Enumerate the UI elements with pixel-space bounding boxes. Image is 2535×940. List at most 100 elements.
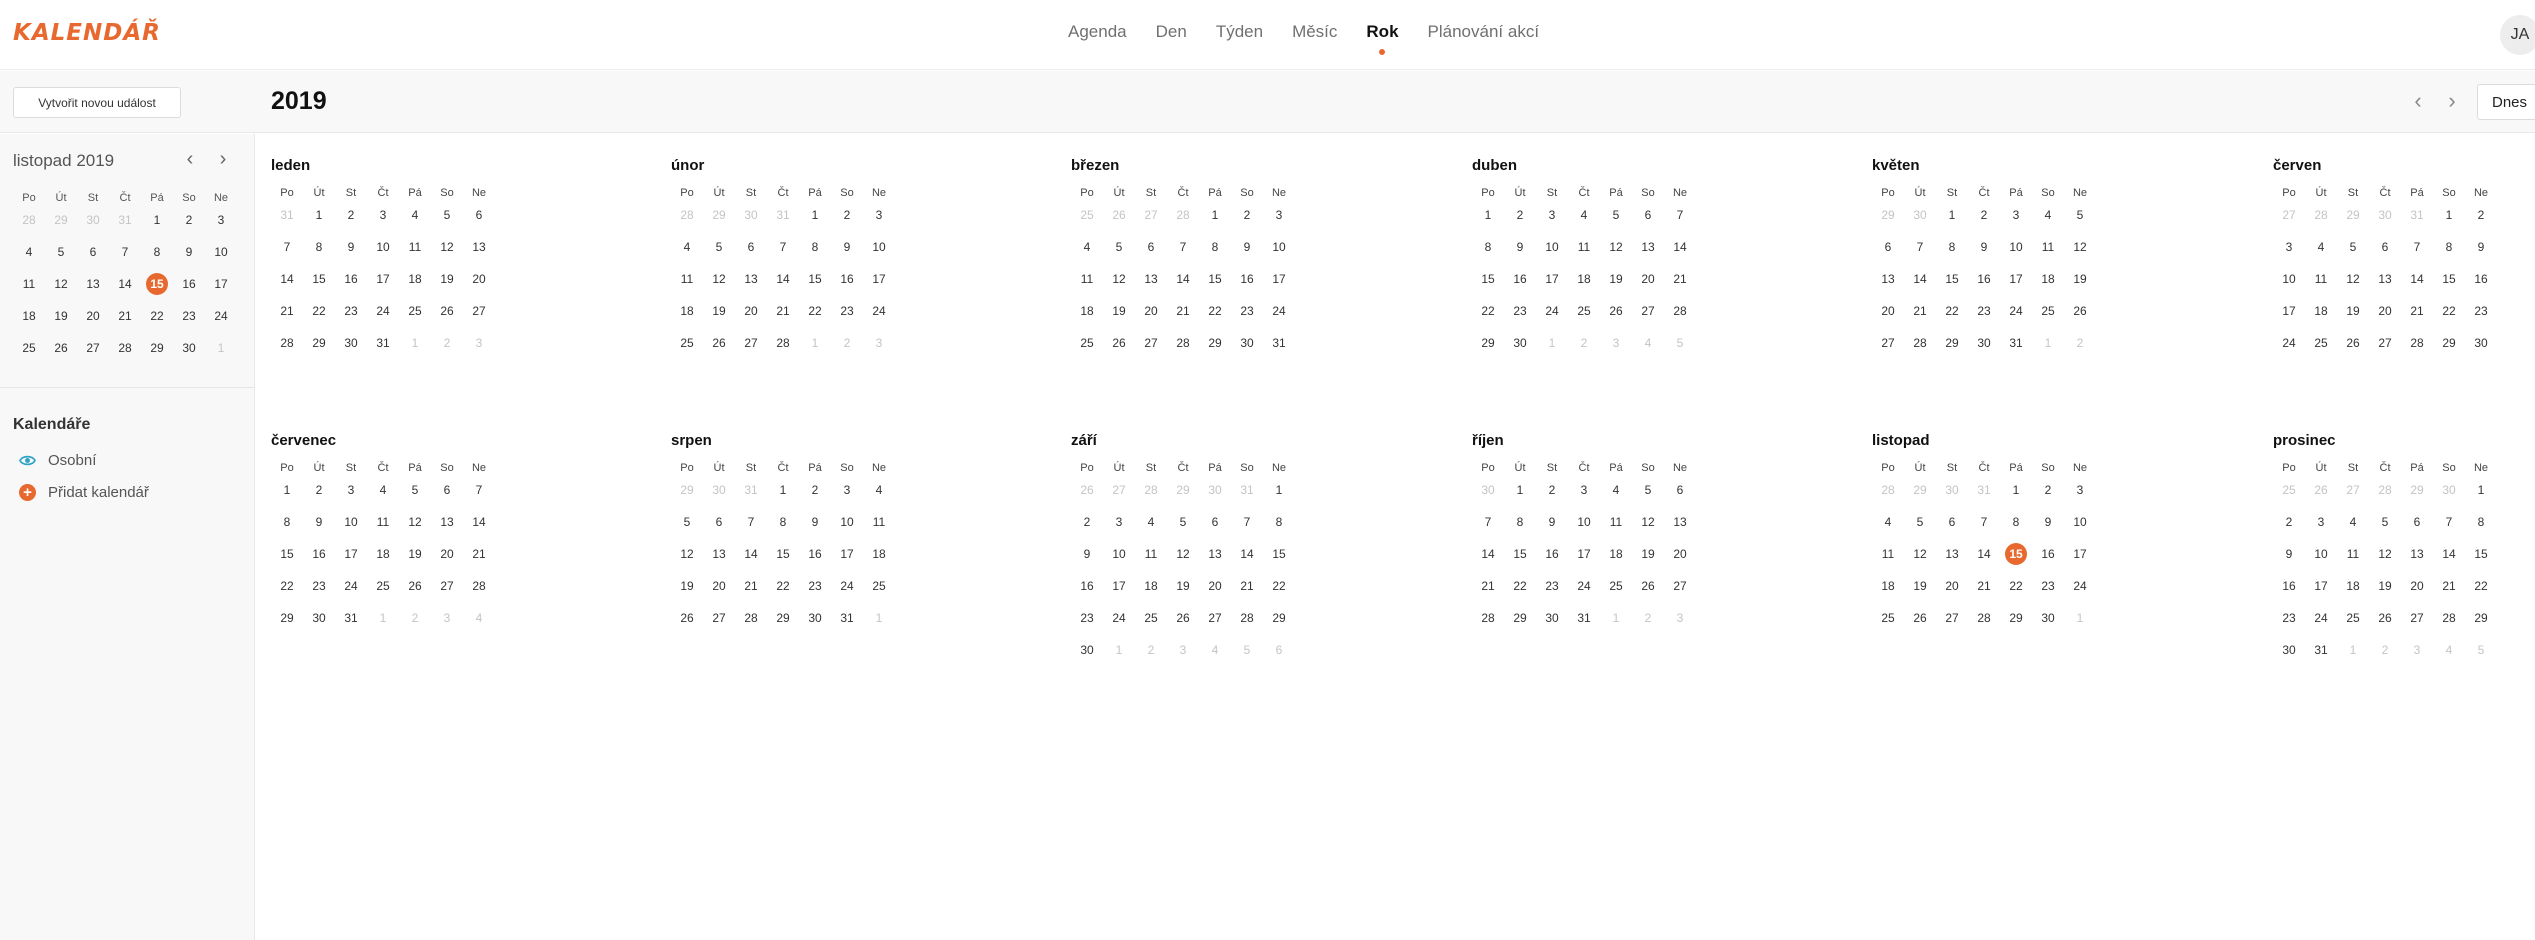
day-cell[interactable]: 12 [2064, 236, 2096, 268]
day-cell[interactable]: 1 [1600, 607, 1632, 639]
day-cell[interactable]: 29 [1504, 607, 1536, 639]
day-cell[interactable]: 6 [1135, 236, 1167, 268]
day-cell[interactable]: 28 [109, 337, 141, 369]
day-cell[interactable]: 5 [431, 204, 463, 236]
day-cell[interactable]: 14 [271, 268, 303, 300]
day-cell[interactable]: 8 [2433, 236, 2465, 268]
day-cell[interactable]: 7 [271, 236, 303, 268]
day-cell[interactable]: 15 [271, 543, 303, 575]
day-cell[interactable]: 1 [2465, 479, 2497, 511]
day-cell[interactable]: 22 [1504, 575, 1536, 607]
day-cell[interactable]: 26 [1071, 479, 1103, 511]
day-cell[interactable]: 8 [799, 236, 831, 268]
today-button[interactable]: Dnes [2477, 84, 2535, 120]
day-cell[interactable]: 5 [703, 236, 735, 268]
day-cell[interactable]: 23 [2465, 300, 2497, 332]
add-calendar-button[interactable]: + Přidat kalendář [19, 484, 149, 501]
mini-next-chevron-icon[interactable]: › [213, 148, 233, 172]
day-cell[interactable]: 14 [1472, 543, 1504, 575]
day-cell[interactable]: 7 [1167, 236, 1199, 268]
day-cell[interactable]: 23 [1231, 300, 1263, 332]
day-cell[interactable]: 10 [2273, 268, 2305, 300]
day-cell[interactable]: 20 [1872, 300, 1904, 332]
day-cell[interactable]: 26 [1167, 607, 1199, 639]
day-cell[interactable]: 9 [173, 241, 205, 273]
day-cell[interactable]: 5 [2465, 639, 2497, 671]
day-cell[interactable]: 29 [1472, 332, 1504, 364]
day-cell[interactable]: 25 [1071, 332, 1103, 364]
day-cell[interactable]: 11 [2337, 543, 2369, 575]
day-cell[interactable]: 31 [367, 332, 399, 364]
day-cell[interactable]: 4 [2305, 236, 2337, 268]
day-cell[interactable]: 1 [799, 204, 831, 236]
day-cell[interactable]: 30 [1231, 332, 1263, 364]
day-cell[interactable]: 18 [2305, 300, 2337, 332]
day-cell[interactable]: 5 [2337, 236, 2369, 268]
day-cell[interactable]: 25 [1568, 300, 1600, 332]
day-cell[interactable]: 29 [2465, 607, 2497, 639]
day-cell[interactable]: 11 [1600, 511, 1632, 543]
day-cell[interactable]: 4 [1135, 511, 1167, 543]
day-cell[interactable]: 17 [831, 543, 863, 575]
day-cell[interactable]: 19 [1600, 268, 1632, 300]
day-cell[interactable]: 26 [1904, 607, 1936, 639]
day-cell[interactable]: 10 [335, 511, 367, 543]
day-cell[interactable]: 9 [1968, 236, 2000, 268]
month-title[interactable]: říjen [1457, 426, 1797, 457]
day-cell[interactable]: 23 [335, 300, 367, 332]
day-cell[interactable]: 13 [1872, 268, 1904, 300]
day-cell[interactable]: 25 [1071, 204, 1103, 236]
month-title[interactable]: srpen [656, 426, 996, 457]
day-cell[interactable]: 3 [2305, 511, 2337, 543]
day-cell[interactable]: 11 [2305, 268, 2337, 300]
day-cell[interactable]: 1 [205, 337, 237, 369]
day-cell[interactable]: 23 [1968, 300, 2000, 332]
day-cell[interactable]: 29 [2401, 479, 2433, 511]
day-cell[interactable]: 16 [831, 268, 863, 300]
day-cell[interactable]: 18 [671, 300, 703, 332]
day-cell[interactable]: 24 [831, 575, 863, 607]
day-cell[interactable]: 23 [303, 575, 335, 607]
day-cell[interactable]: 10 [1103, 543, 1135, 575]
day-cell[interactable]: 10 [1263, 236, 1295, 268]
day-cell[interactable]: 24 [1568, 575, 1600, 607]
mini-prev-chevron-icon[interactable]: ‹ [180, 148, 200, 172]
day-cell[interactable]: 30 [735, 204, 767, 236]
day-cell[interactable]: 22 [271, 575, 303, 607]
day-cell[interactable]: 25 [2337, 607, 2369, 639]
day-cell[interactable]: 14 [767, 268, 799, 300]
day-cell[interactable]: 13 [77, 273, 109, 305]
day-cell[interactable]: 7 [735, 511, 767, 543]
month-title[interactable]: červen [2258, 151, 2535, 182]
day-cell[interactable]: 7 [1904, 236, 1936, 268]
day-cell[interactable]: 16 [303, 543, 335, 575]
day-cell[interactable]: 27 [703, 607, 735, 639]
day-cell[interactable]: 30 [77, 209, 109, 241]
day-cell[interactable]: 11 [367, 511, 399, 543]
day-cell[interactable]: 13 [1936, 543, 1968, 575]
day-cell[interactable]: 16 [2032, 543, 2064, 575]
day-cell[interactable]: 23 [173, 305, 205, 337]
day-cell[interactable]: 10 [863, 236, 895, 268]
day-cell[interactable]: 8 [1504, 511, 1536, 543]
day-cell[interactable]: 2 [799, 479, 831, 511]
day-cell[interactable]: 15 [2465, 543, 2497, 575]
day-cell[interactable]: 28 [2369, 479, 2401, 511]
day-cell[interactable]: 25 [399, 300, 431, 332]
day-cell[interactable]: 22 [1263, 575, 1295, 607]
day-cell[interactable]: 20 [703, 575, 735, 607]
day-cell[interactable]: 20 [1664, 543, 1696, 575]
day-cell[interactable]: 26 [431, 300, 463, 332]
day-cell[interactable]: 25 [2305, 332, 2337, 364]
day-cell[interactable]: 3 [863, 332, 895, 364]
day-cell[interactable]: 5 [1231, 639, 1263, 671]
day-cell[interactable]: 4 [2032, 204, 2064, 236]
day-cell[interactable]: 29 [1263, 607, 1295, 639]
day-cell[interactable]: 28 [2305, 204, 2337, 236]
day-cell[interactable]: 29 [671, 479, 703, 511]
day-cell[interactable]: 16 [335, 268, 367, 300]
day-cell[interactable]: 28 [1872, 479, 1904, 511]
day-cell[interactable]: 12 [2337, 268, 2369, 300]
day-cell[interactable]: 11 [671, 268, 703, 300]
day-cell[interactable]: 3 [831, 479, 863, 511]
